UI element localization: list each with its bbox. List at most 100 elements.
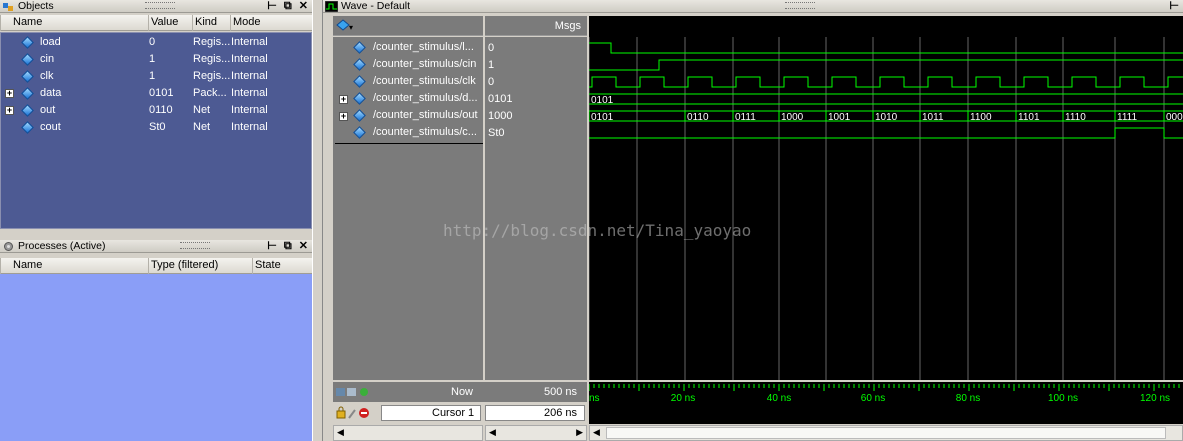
expand-icon[interactable]: + <box>5 106 14 115</box>
objects-col-value[interactable]: Value <box>148 15 192 31</box>
object-name: cin <box>40 53 55 65</box>
object-mode: Internal <box>231 87 268 99</box>
cin-wave <box>589 59 1183 71</box>
objects-col-mode[interactable]: Mode <box>230 15 312 31</box>
object-mode: Internal <box>231 104 268 116</box>
wave-left-gutter <box>323 14 333 441</box>
object-name: data <box>40 87 62 99</box>
object-row[interactable]: cout St0 Net Internal <box>1 119 311 136</box>
cout-wave <box>589 127 1183 139</box>
expand-icon[interactable]: + <box>339 112 348 121</box>
scroll-right-arrow-icon[interactable]: ▶ <box>576 427 583 438</box>
waveform-pane[interactable]: 0101 0101 0110 0111 1000 1001 1010 1011 1100 1101… <box>588 16 1183 380</box>
object-row[interactable]: + out 0110 Net Internal <box>1 102 311 119</box>
object-value: 0 <box>149 36 156 48</box>
wave-signal-row[interactable]: /counter_stimulus/clk <box>333 75 483 90</box>
signal-icon <box>353 58 366 71</box>
wave-signal-icon[interactable]: ▾ <box>336 19 354 35</box>
processes-col-name[interactable]: Name <box>0 258 148 274</box>
object-name: cout <box>40 121 61 133</box>
object-value: 0110 <box>149 104 173 116</box>
now-label: Now <box>451 386 474 398</box>
signal-values-pane[interactable]: 0 1 0 0101 1000 St0 <box>485 37 587 380</box>
wave-drag-grip[interactable] <box>785 2 815 9</box>
ruler-label: 60 ns <box>861 393 885 404</box>
scroll-left-arrow-icon[interactable]: ◀ <box>593 427 600 438</box>
wave-signal-row[interactable]: + /counter_stimulus/d... <box>333 92 483 107</box>
signal-header: ▾ <box>333 16 483 36</box>
now-row: Now 500 ns <box>333 382 587 402</box>
value-hscrollbar[interactable]: ◀ ▶ <box>485 425 587 441</box>
signal-hscrollbar[interactable]: ◀ <box>333 425 483 441</box>
object-row[interactable]: + data 0101 Pack... Internal <box>1 85 311 102</box>
wave-hscrollbar[interactable]: ◀ <box>589 425 1183 441</box>
out-bus-label: 1011 <box>922 112 944 123</box>
objects-list[interactable]: load 0 Regis... Internal cin 1 Regis... Interna… <box>0 32 312 229</box>
objects-titlebar[interactable]: Objects ⊢ ⧉ ✕ <box>0 0 312 13</box>
wave-titlebar[interactable]: Wave - Default ⊢ <box>323 0 1183 13</box>
object-row[interactable]: cin 1 Regis... Internal <box>1 51 311 68</box>
timeline-ruler[interactable]: ns 20 ns 40 ns 60 ns 80 ns 100 ns 120 ns <box>588 382 1183 404</box>
objects-col-name[interactable]: Name <box>0 15 148 31</box>
lock-icon[interactable] <box>335 406 371 423</box>
object-kind: Pack... <box>193 87 227 99</box>
wave-window-buttons[interactable]: ⊢ <box>1169 0 1181 12</box>
processes-titlebar[interactable]: Processes (Active) ⊢ ⧉ ✕ <box>0 240 312 253</box>
svg-text:▾: ▾ <box>349 23 353 32</box>
processes-col-type[interactable]: Type (filtered) <box>148 258 252 274</box>
object-mode: Internal <box>231 121 268 133</box>
out-bus-label: 1100 <box>970 112 992 123</box>
cursor-value: 206 ns <box>543 407 577 419</box>
signal-icon <box>21 104 34 117</box>
object-value: St0 <box>149 121 166 133</box>
waveform-canvas[interactable]: 0101 0101 0110 0111 1000 1001 1010 1011 1100 1101… <box>588 16 1183 380</box>
wave-signal-name: /counter_stimulus/cin <box>373 58 477 70</box>
wave-signal-name: /counter_stimulus/d... <box>373 92 478 104</box>
processes-drag-grip[interactable] <box>180 242 210 249</box>
objects-drag-grip[interactable] <box>145 2 175 9</box>
signal-icon <box>21 53 34 66</box>
wave-signal-value: St0 <box>488 127 505 139</box>
object-value: 1 <box>149 70 156 82</box>
out-bus-label: 1110 <box>1065 112 1086 123</box>
objects-window-buttons[interactable]: ⊢ ⧉ ✕ <box>267 0 310 12</box>
object-mode: Internal <box>231 53 268 65</box>
object-name: clk <box>40 70 54 82</box>
scroll-left-arrow-icon[interactable]: ◀ <box>337 427 344 438</box>
out-bus-label: 0110 <box>687 112 709 123</box>
object-row[interactable]: clk 1 Regis... Internal <box>1 68 311 85</box>
now-toolbar-icons[interactable] <box>335 386 371 401</box>
expand-icon[interactable]: + <box>339 95 348 104</box>
expand-icon[interactable]: + <box>5 89 14 98</box>
wave-signal-row[interactable]: /counter_stimulus/cin <box>333 58 483 73</box>
processes-window-buttons[interactable]: ⊢ ⧉ ✕ <box>267 240 310 252</box>
processes-col-state[interactable]: State <box>252 258 312 274</box>
wave-signal-name: /counter_stimulus/c... <box>373 126 477 138</box>
object-kind: Net <box>193 104 211 116</box>
cursor-lane[interactable] <box>589 404 1183 424</box>
gear-icon <box>2 241 15 252</box>
wave-signal-value: 1 <box>488 59 495 71</box>
wave-signal-value: 1000 <box>488 110 513 122</box>
signal-names-pane[interactable]: /counter_stimulus/l... /counter_stimulus/… <box>333 37 581 380</box>
ruler-canvas: ns 20 ns 40 ns 60 ns 80 ns 100 ns 120 ns <box>588 384 1180 404</box>
object-row[interactable]: load 0 Regis... Internal <box>1 34 311 51</box>
out-bus-label: 1101 <box>1018 112 1040 123</box>
msgs-label: Msgs <box>554 20 581 32</box>
wave-signal-name: /counter_stimulus/l... <box>373 41 474 53</box>
wave-signal-row[interactable]: /counter_stimulus/c... <box>333 126 483 141</box>
vertical-splitter[interactable] <box>312 0 323 441</box>
objects-col-kind[interactable]: Kind <box>192 15 230 31</box>
object-name: load <box>40 36 61 48</box>
wave-signal-row[interactable]: + /counter_stimulus/out <box>333 109 483 124</box>
object-kind: Net <box>193 121 211 133</box>
signal-icon <box>21 87 34 100</box>
scroll-thumb[interactable] <box>606 427 1166 439</box>
ruler-label: 100 ns <box>1048 393 1078 404</box>
object-mode: Internal <box>231 70 268 82</box>
wave-signal-row[interactable]: /counter_stimulus/l... <box>333 41 483 56</box>
processes-list[interactable] <box>0 274 312 441</box>
scroll-left-arrow-icon[interactable]: ◀ <box>489 427 496 438</box>
ruler-label: 80 ns <box>956 393 980 404</box>
out-bus-label: 0101 <box>591 112 614 123</box>
